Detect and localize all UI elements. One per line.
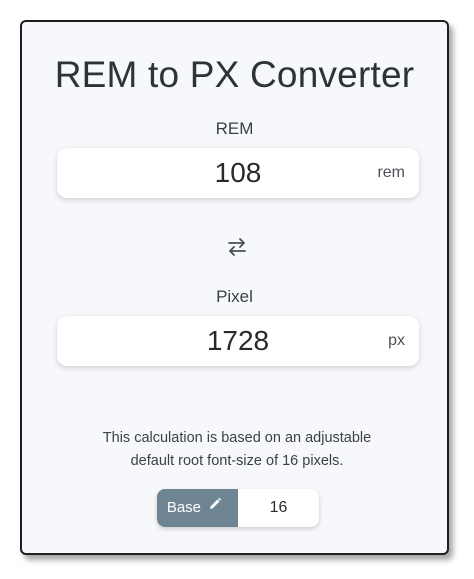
note-line-2: default root font-size of 16 pixels. <box>130 453 344 469</box>
converter-card: REM to PX Converter REM rem Pixel px Thi… <box>20 20 449 555</box>
pixel-input-box: px <box>57 316 419 366</box>
base-font-size-control: Base 16 <box>157 489 319 527</box>
base-font-size-value[interactable]: 16 <box>238 489 319 527</box>
pixel-input[interactable] <box>57 316 419 366</box>
page-title: REM to PX Converter <box>54 54 415 95</box>
pixel-label: Pixel <box>216 287 253 306</box>
rem-input[interactable] <box>57 148 419 198</box>
base-button-label: Base <box>166 499 202 516</box>
pencil-icon <box>208 489 222 526</box>
pixel-unit: px <box>388 332 405 349</box>
calculation-note: This calculation is based on an adjustab… <box>52 427 422 473</box>
rem-label: REM <box>215 119 254 138</box>
note-line-1: This calculation is based on an adjustab… <box>102 430 372 446</box>
swap-arrows-icon[interactable] <box>226 237 248 257</box>
rem-input-box: rem <box>57 148 419 198</box>
base-edit-button[interactable]: Base <box>157 489 238 527</box>
rem-unit: rem <box>377 164 405 181</box>
